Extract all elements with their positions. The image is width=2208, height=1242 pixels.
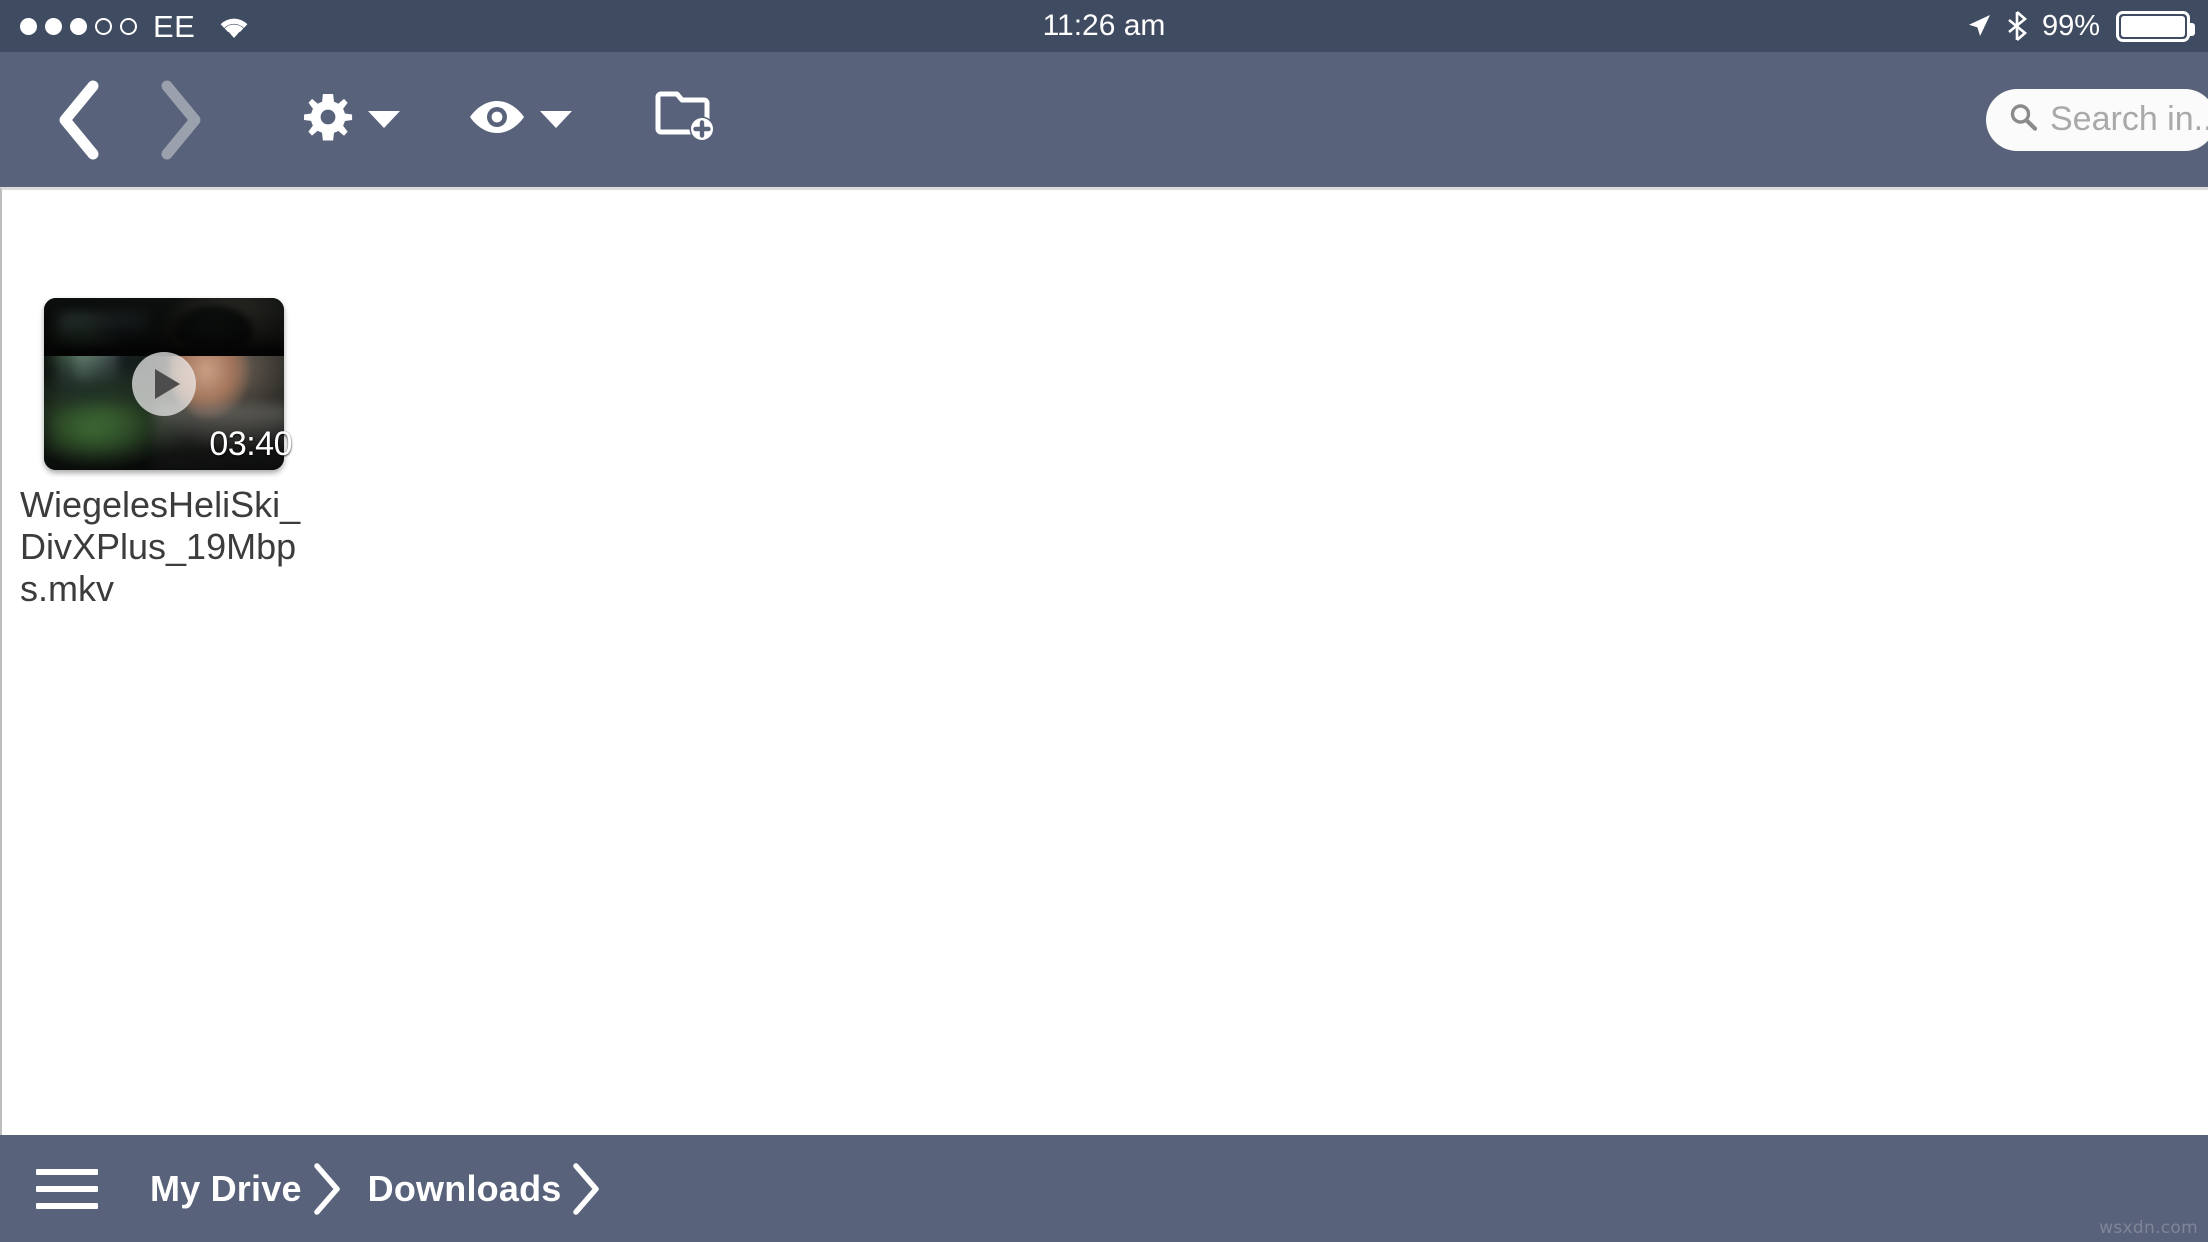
breadcrumb: My Drive Downloads xyxy=(150,1162,605,1216)
breadcrumb-separator-icon xyxy=(571,1162,601,1216)
bluetooth-icon xyxy=(2006,11,2028,41)
view-caret-down-icon xyxy=(540,111,572,128)
eye-icon xyxy=(468,97,526,142)
search-field[interactable]: Search in... xyxy=(1986,88,2208,151)
breadcrumb-bar: My Drive Downloads wsxdn.com xyxy=(0,1135,2208,1242)
file-grid: 03:40 WiegelesHeliSki_DivXPlus_19Mbps.mk… xyxy=(0,187,2208,1135)
hamburger-menu-icon[interactable] xyxy=(36,1163,98,1215)
toolbar: Search in... xyxy=(0,52,2208,187)
breadcrumb-item-my-drive[interactable]: My Drive xyxy=(150,1168,302,1210)
search-input-placeholder[interactable]: Search in... xyxy=(2050,100,2208,139)
search-icon xyxy=(2008,102,2038,137)
status-bar-right: 99% xyxy=(1966,0,2195,52)
signal-dot-2 xyxy=(45,17,62,35)
status-bar-center: 11:26 am xyxy=(0,0,2208,52)
play-icon[interactable] xyxy=(132,352,196,416)
watermark: wsxdn.com xyxy=(2099,1218,2198,1238)
signal-dot-4 xyxy=(95,17,112,35)
battery-icon xyxy=(2116,10,2195,42)
file-name-label: WiegelesHeliSki_DivXPlus_19Mbps.mkv xyxy=(20,484,301,609)
signal-dot-1 xyxy=(20,17,37,35)
breadcrumb-separator-icon xyxy=(312,1162,342,1216)
signal-dot-3 xyxy=(70,17,87,35)
status-clock: 11:26 am xyxy=(1042,9,1166,42)
cellular-signal-dots xyxy=(20,17,137,35)
wifi-icon xyxy=(217,13,251,39)
signal-dot-5 xyxy=(120,17,137,35)
settings-menu-button[interactable] xyxy=(302,91,400,148)
breadcrumb-item-downloads[interactable]: Downloads xyxy=(368,1168,562,1210)
carrier-label: EE xyxy=(153,8,196,44)
status-bar: EE 11:26 am 99% xyxy=(0,0,2208,52)
back-button[interactable] xyxy=(38,72,118,168)
folder-plus-icon xyxy=(655,90,717,149)
file-item[interactable]: 03:40 WiegelesHeliSki_DivXPlus_19Mbps.mk… xyxy=(12,298,332,609)
new-folder-button[interactable] xyxy=(646,80,726,160)
forward-button[interactable] xyxy=(140,72,220,168)
battery-percent-label: 99% xyxy=(2041,9,2100,42)
settings-caret-down-icon xyxy=(368,111,400,128)
view-menu-button[interactable] xyxy=(468,97,572,142)
status-bar-left: EE xyxy=(0,11,251,42)
location-arrow-icon xyxy=(1966,13,1992,39)
gear-icon xyxy=(302,91,354,148)
app-root: EE 11:26 am 99% Search in... 03:40 Wiege… xyxy=(0,0,2208,1242)
video-duration-label: 03:40 xyxy=(209,425,292,463)
video-thumbnail[interactable]: 03:40 xyxy=(44,298,292,470)
